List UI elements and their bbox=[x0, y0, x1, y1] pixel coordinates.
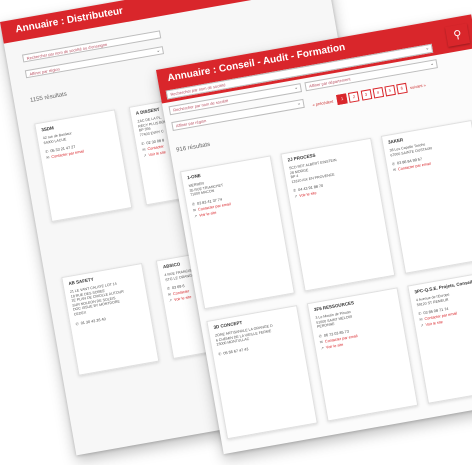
link-icon: ↗ bbox=[320, 345, 325, 351]
phone-icon: ✆ bbox=[75, 321, 80, 326]
envelope-icon: ✉ bbox=[142, 148, 146, 153]
phone-icon: ✆ bbox=[217, 351, 222, 357]
envelope-icon: ✉ bbox=[319, 339, 324, 345]
page-1[interactable]: 1 bbox=[336, 93, 348, 105]
envelope-icon: ✉ bbox=[419, 317, 423, 323]
phone-icon: ✆ bbox=[141, 142, 145, 147]
chevron-down-icon: ⌄ bbox=[296, 100, 302, 108]
front-card-1-one[interactable]: 1-ONE MERRER 35 RUE TRIANCHET 71000 MACO… bbox=[179, 155, 295, 310]
search-button[interactable]: ⚲ bbox=[444, 23, 471, 47]
phone-icon: ✆ bbox=[391, 162, 396, 167]
page-4[interactable]: 4 bbox=[372, 87, 384, 99]
search-icon: ⚲ bbox=[452, 28, 463, 42]
page-6[interactable]: 6 bbox=[396, 82, 408, 95]
phone-icon: ✆ bbox=[166, 286, 171, 292]
pagination-next[interactable]: suivant » bbox=[409, 82, 426, 90]
screenshot-collage: Annuaire : Distributeur Rechercher par n… bbox=[0, 0, 472, 465]
front-region-placeholder: Affiner par région bbox=[175, 118, 207, 129]
link-icon: ↗ bbox=[293, 194, 298, 200]
link-icon: ↗ bbox=[143, 153, 148, 159]
front-card-2j-process[interactable]: 2J PROCESS SCD RDT ALBERT EINSTEIN 28 MO… bbox=[280, 137, 396, 292]
envelope-icon: ✉ bbox=[192, 207, 197, 213]
link-icon: ↗ bbox=[420, 323, 424, 329]
chevron-down-icon: ⌄ bbox=[429, 60, 435, 68]
envelope-icon: ✉ bbox=[46, 155, 50, 161]
front-result-count: 916 résultats bbox=[175, 141, 211, 154]
back-result-count: 1155 résultats bbox=[29, 91, 68, 104]
back-page-title: Annuaire : Distributeur bbox=[14, 5, 124, 36]
chevron-down-icon: ⌄ bbox=[424, 45, 430, 52]
back-card-ab-safety[interactable]: AB SAFETY 21 LE VANT CALAYE LOT 14 18 RU… bbox=[61, 263, 160, 376]
phone-icon: ✆ bbox=[191, 202, 196, 207]
front-card-3f6-ressources[interactable]: 3F6 RESSOURCES 3 Le Moulin de Pinuan 516… bbox=[306, 287, 419, 422]
phone-icon: ✆ bbox=[292, 188, 297, 194]
phone-icon: ✆ bbox=[418, 311, 422, 317]
front-card-3pc-qse[interactable]: 3PC-Q.S.E. Projets, Conseils 4 Avenue de… bbox=[407, 269, 472, 404]
front-department-placeholder: Affiner par département bbox=[308, 76, 351, 89]
back-region-placeholder: Affiner par région bbox=[29, 66, 61, 77]
phone-icon: ✆ bbox=[318, 334, 323, 339]
front-card-3aker[interactable]: 3AKER 38 Les Capelle Tosche 67000 SAINTE… bbox=[380, 119, 472, 274]
chevron-down-icon: ⌄ bbox=[155, 47, 161, 55]
chevron-down-icon: ⌄ bbox=[293, 84, 299, 92]
back-header-bar: Annuaire : Distributeur bbox=[0, 0, 343, 44]
front-card-3d-concept[interactable]: 3D CONCEPT ZONE ARTISANALE LA GRANGE D 6… bbox=[206, 305, 318, 440]
pagination-prev[interactable]: « précédent bbox=[312, 98, 334, 107]
page-3[interactable]: 3 bbox=[360, 89, 372, 101]
phone-icon: ✆ bbox=[44, 149, 49, 155]
page-2[interactable]: 2 bbox=[348, 91, 360, 103]
link-icon: ↗ bbox=[168, 298, 173, 304]
envelope-icon: ✉ bbox=[167, 292, 172, 298]
back-card-3sdm[interactable]: 3SDM 42 rue de Boislaur 64000 LACUE ✆05 … bbox=[34, 109, 133, 223]
page-5[interactable]: 5 bbox=[384, 84, 396, 97]
link-icon: ↗ bbox=[193, 213, 198, 219]
envelope-icon: ✉ bbox=[392, 168, 397, 173]
front-search-placeholder-2: Rechercher par nom de société bbox=[172, 97, 229, 113]
